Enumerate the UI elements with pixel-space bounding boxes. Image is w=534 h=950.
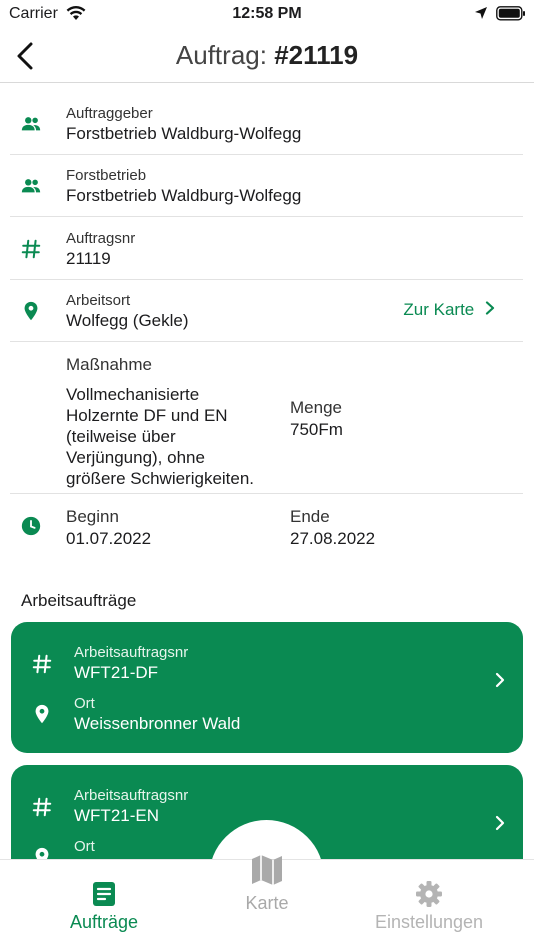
zur-karte-link[interactable]: Zur Karte: [403, 300, 495, 320]
location-pin-icon: [24, 301, 38, 321]
title-prefix: Auftrag:: [175, 40, 267, 70]
massnahme-line: Vollmechanisierte: [66, 385, 200, 404]
gear-icon: [416, 881, 442, 907]
people-icon: [21, 117, 41, 131]
massnahme-line: größere Schwierigkeiten.: [66, 469, 255, 488]
hash-icon: [32, 654, 52, 674]
menge-value: 750Fm: [290, 420, 343, 439]
location-pin-icon: [35, 704, 49, 724]
massnahme-line: Holzernte DF und EN: [66, 406, 228, 425]
massnahme-line: (teilweise über: [66, 427, 176, 446]
tab-einstellungen-label: Einstellungen: [374, 912, 484, 932]
menge-label: Menge: [290, 398, 342, 417]
massnahme-line: Verjüngung), ohne: [66, 448, 205, 467]
detail-row-auftragsnr: Auftragsnr 21119: [10, 217, 523, 280]
card-ort-label: Ort: [74, 695, 95, 712]
card-nr-label: Arbeitsauftragsnr: [74, 644, 189, 661]
card-ort-value: Weissenbronner Wald: [74, 714, 241, 733]
tab-einstellungen[interactable]: Einstellungen: [364, 860, 494, 950]
title-order-number: #21119: [274, 40, 359, 70]
work-order-card[interactable]: Arbeitsauftragsnr WFT21-DF Ort Weissenbr…: [11, 622, 523, 753]
beginn-label: Beginn: [66, 507, 119, 526]
hash-icon: [21, 239, 41, 259]
tab-bar: Aufträge Karte Einstellungen: [0, 855, 534, 950]
location-arrow-icon: [475, 7, 487, 19]
detail-row-zeitraum: Beginn 01.07.2022 Ende 27.08.2022: [10, 494, 523, 558]
auftragsnr-label: Auftragsnr: [66, 230, 136, 247]
ende-label: Ende: [290, 507, 330, 526]
card-nr-value: WFT21-DF: [74, 663, 159, 682]
auftragsnr-value: 21119: [66, 249, 111, 268]
auftraggeber-label: Auftraggeber: [66, 105, 153, 122]
zur-karte-label: Zur Karte: [403, 300, 475, 319]
card-nr-value: WFT21-EN: [74, 806, 159, 825]
detail-row-arbeitsort: Arbeitsort Wolfegg (Gekle) Zur Karte: [10, 280, 523, 342]
auftraggeber-value: Forstbetrieb Waldburg-Wolfegg: [66, 124, 302, 143]
page-title: Auftrag: #21119: [0, 40, 534, 71]
ende-value: 27.08.2022: [290, 529, 376, 548]
arbeitsort-value: Wolfegg (Gekle): [66, 311, 189, 330]
tab-auftraege[interactable]: Aufträge: [44, 860, 164, 950]
tab-karte-label: Karte: [245, 893, 289, 913]
detail-row-massnahme: Maßnahme Vollmechanisierte Holzernte DF …: [10, 342, 523, 494]
chevron-right-icon: [495, 672, 505, 688]
status-bar: Carrier 12:58 PM: [0, 0, 534, 30]
status-time: 12:58 PM: [232, 5, 302, 22]
tab-karte[interactable]: Karte: [207, 855, 327, 950]
arbeitsort-label: Arbeitsort: [66, 292, 131, 309]
massnahme-label: Maßnahme: [66, 355, 152, 374]
detail-row-auftraggeber: Auftraggeber Forstbetrieb Waldburg-Wolfe…: [10, 92, 523, 155]
section-title-arbeitsauftraege: Arbeitsaufträge: [21, 591, 137, 610]
document-list-icon: [93, 882, 115, 906]
chevron-right-icon: [495, 815, 505, 831]
forstbetrieb-label: Forstbetrieb: [66, 167, 147, 184]
battery-icon: [496, 6, 525, 21]
tab-auftraege-label: Aufträge: [69, 912, 139, 932]
map-icon: [252, 855, 282, 885]
chevron-right-icon: [485, 301, 495, 315]
people-icon: [21, 179, 41, 193]
forstbetrieb-value: Forstbetrieb Waldburg-Wolfegg: [66, 186, 302, 205]
card-ort-label: Ort: [74, 838, 95, 855]
card-nr-label: Arbeitsauftragsnr: [74, 787, 189, 804]
hash-icon: [32, 797, 52, 817]
clock-icon: [21, 516, 41, 536]
beginn-value: 01.07.2022: [66, 529, 152, 548]
navigation-bar: Auftrag: #21119: [0, 30, 534, 83]
massnahme-value: Vollmechanisierte Holzernte DF und EN (t…: [66, 384, 290, 489]
detail-row-forstbetrieb: Forstbetrieb Forstbetrieb Waldburg-Wolfe…: [10, 155, 523, 217]
